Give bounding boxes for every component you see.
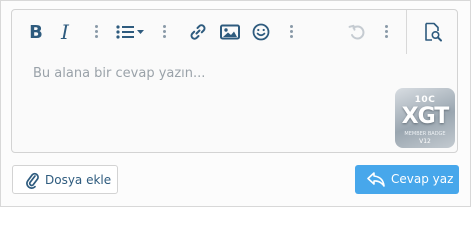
badge-main-text: XGT	[401, 104, 450, 129]
badge-version-text: V12	[419, 138, 431, 145]
rich-text-editor: B I Bu alana bir cevap yazın... 10C XGT …	[11, 9, 458, 153]
undo-icon	[348, 24, 365, 40]
post-reply-label: Cevap yaz	[391, 172, 454, 186]
insert-link-button[interactable]	[188, 20, 208, 44]
list-dropdown-button[interactable]	[116, 20, 146, 44]
image-icon	[220, 24, 240, 40]
xgt-badge-logo: 10C XGT MEMBER BADGE V12	[395, 88, 455, 148]
more-options-icon[interactable]	[94, 25, 98, 39]
undo-button[interactable]	[347, 20, 367, 44]
reply-arrow-icon	[366, 171, 386, 192]
quick-reply-box: B I Bu alana bir cevap yazın... 10C XGT …	[0, 0, 471, 207]
attach-files-label: Dosya ekle	[45, 173, 112, 187]
insert-smiley-button[interactable]	[251, 20, 271, 44]
preview-button[interactable]	[422, 20, 444, 44]
insert-image-button[interactable]	[219, 20, 241, 44]
paperclip-icon	[26, 172, 40, 193]
badge-sub-text: MEMBER BADGE	[404, 131, 446, 137]
post-reply-button[interactable]: Cevap yaz	[355, 165, 459, 194]
more-options-icon[interactable]	[289, 25, 293, 39]
reply-textarea[interactable]	[33, 66, 373, 146]
italic-button[interactable]: I	[57, 20, 73, 44]
link-icon	[190, 24, 206, 40]
attach-files-button[interactable]: Dosya ekle	[12, 165, 118, 194]
list-icon	[116, 25, 144, 39]
smiley-icon	[252, 23, 270, 41]
preview-icon	[425, 22, 442, 42]
more-options-icon[interactable]	[162, 25, 166, 39]
toolbar-divider	[406, 10, 407, 54]
editor-toolbar: B I	[12, 10, 457, 54]
more-options-icon[interactable]	[384, 25, 388, 39]
bold-button[interactable]: B	[26, 20, 46, 44]
